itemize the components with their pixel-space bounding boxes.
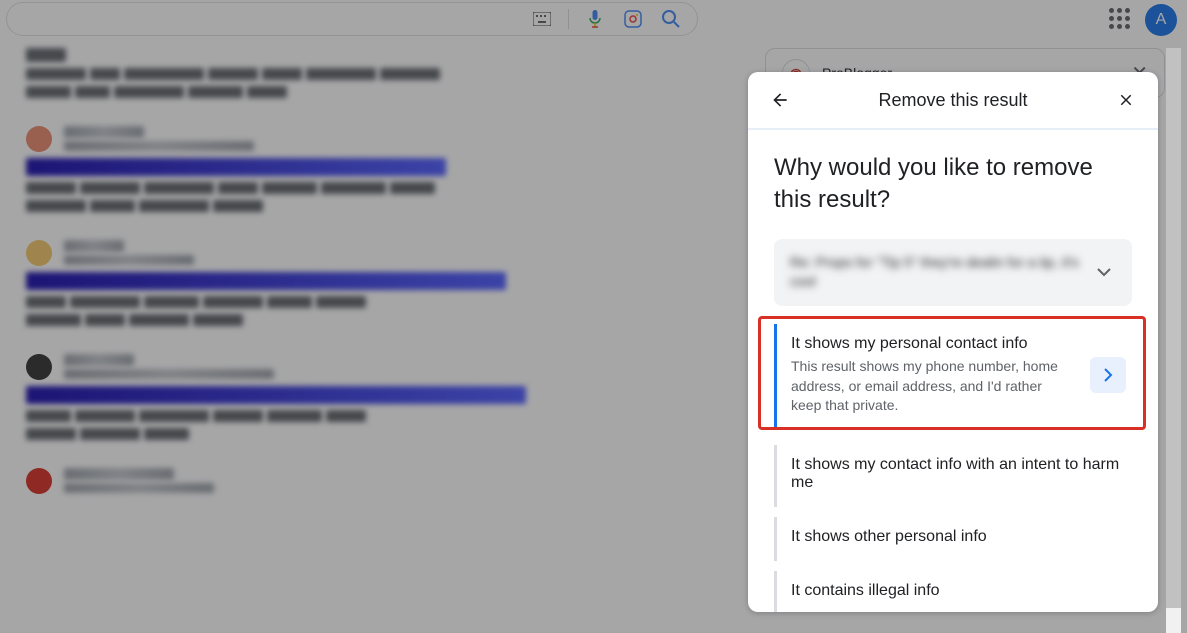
back-button[interactable] [768, 88, 792, 112]
chevron-down-icon[interactable] [1092, 260, 1116, 284]
option-title: It shows my contact info with an intent … [791, 456, 1132, 492]
remove-result-modal: Remove this result Why would you like to… [748, 72, 1158, 612]
option-intent-to-harm[interactable]: It shows my contact info with an intent … [774, 445, 1132, 507]
option-title: It contains illegal info [791, 582, 1132, 600]
option-illegal-info[interactable]: It contains illegal info [774, 571, 1132, 612]
close-button[interactable] [1114, 88, 1138, 112]
result-preview-text: Re: Props for "Tip 5" they're dealin for… [790, 253, 1080, 292]
option-desc: This result shows my phone number, home … [791, 357, 1071, 416]
result-preview-chip[interactable]: Re: Props for "Tip 5" they're dealin for… [774, 239, 1132, 306]
option-other-personal-info[interactable]: It shows other personal info [774, 517, 1132, 561]
modal-question: Why would you like to remove this result… [774, 152, 1132, 217]
modal-body: Why would you like to remove this result… [748, 130, 1158, 612]
chevron-right-icon[interactable] [1090, 357, 1126, 393]
option-container: It shows my personal contact info This r… [774, 324, 1132, 427]
option-title: It shows other personal info [791, 528, 1132, 546]
modal-header: Remove this result [748, 72, 1158, 128]
modal-title: Remove this result [792, 90, 1114, 111]
scrollbar[interactable] [1166, 48, 1181, 633]
option-title: It shows my personal contact info [791, 335, 1132, 353]
option-personal-contact-info[interactable]: It shows my personal contact info This r… [774, 324, 1132, 427]
scrollbar-thumb[interactable] [1166, 48, 1181, 608]
